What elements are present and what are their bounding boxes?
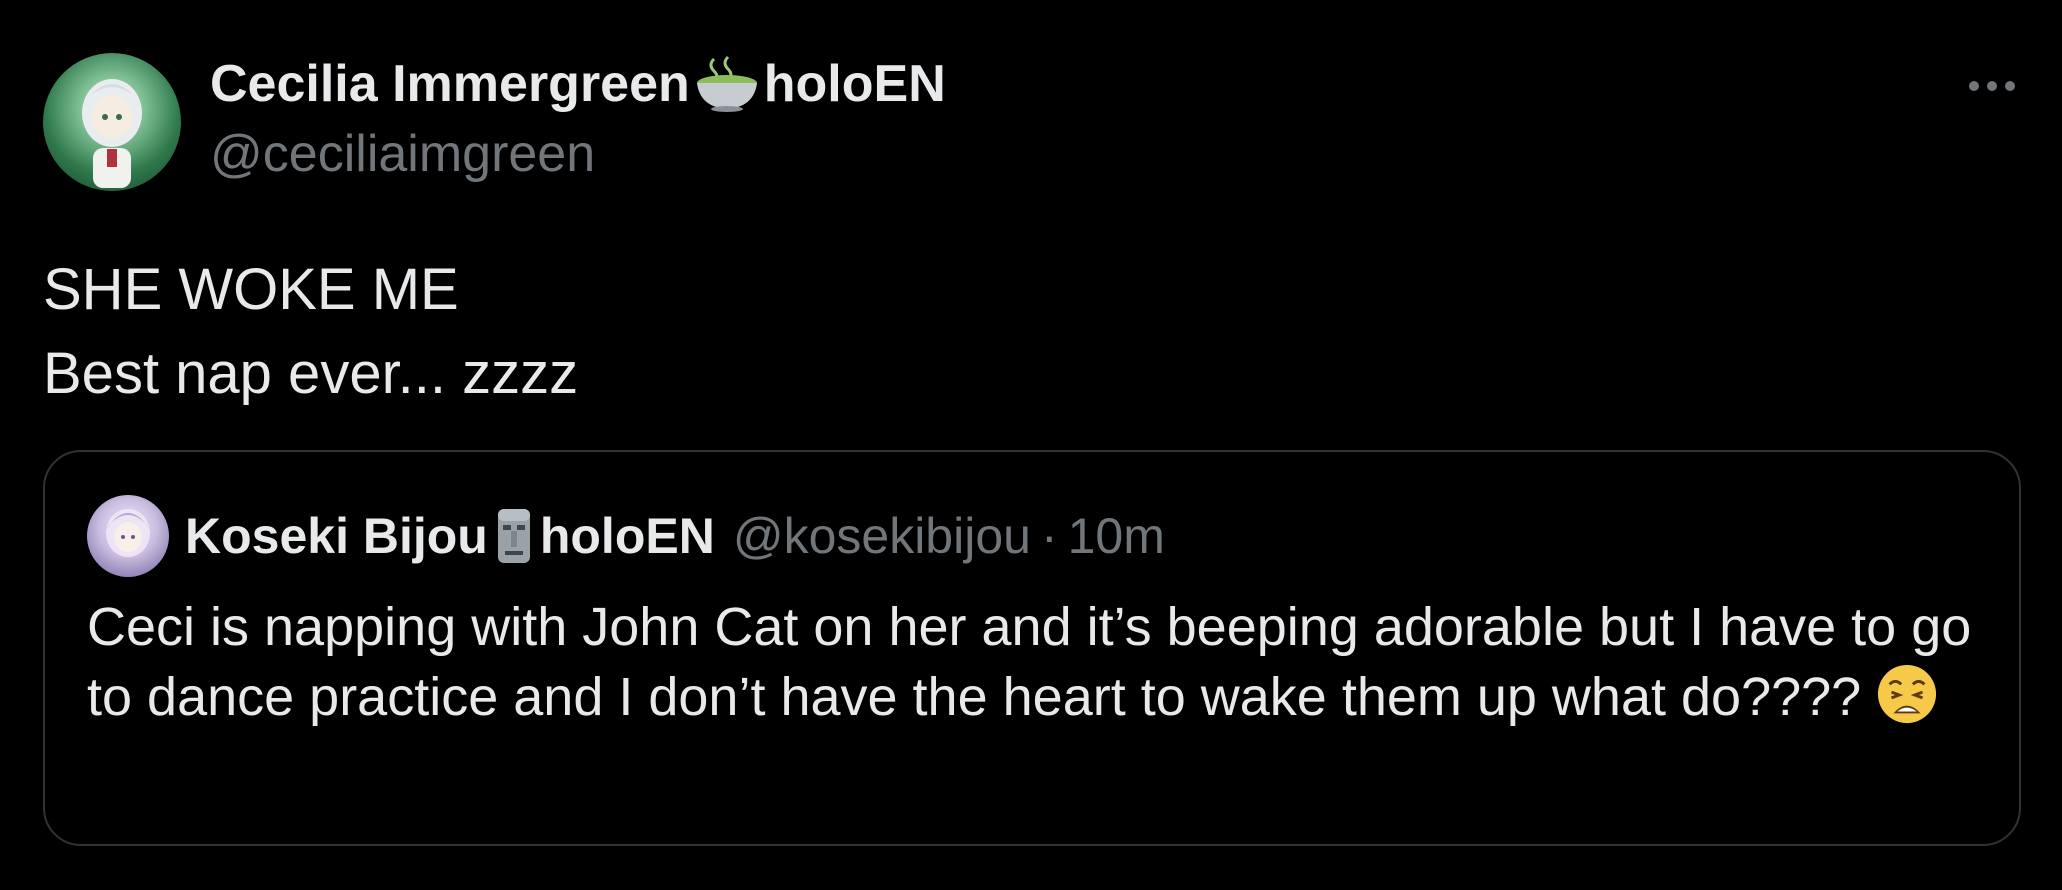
matcha-bowl-icon [694, 55, 760, 113]
author-display-name[interactable]: Cecilia Immergreen holoEN [210, 52, 946, 116]
moai-icon [494, 507, 534, 565]
quoted-tweet[interactable]: Koseki Bijou holoEN @kosekibijou · 10m C… [43, 450, 2021, 846]
author-org-text: holoEN [763, 55, 946, 113]
more-options-button[interactable] [1962, 66, 2022, 106]
quoted-tweet-timestamp[interactable]: 10m [1068, 507, 1165, 565]
quoted-author-org-text: holoEN [539, 508, 715, 564]
author-name-text: Cecilia Immergreen [210, 55, 690, 113]
tweet-text-line: SHE WOKE ME [43, 257, 459, 322]
quoted-tweet-header: Koseki Bijou holoEN @kosekibijou · 10m [87, 494, 1165, 578]
tweet-text: SHE WOKE ME Best nap ever... zzzz [43, 248, 578, 416]
author-header: Cecilia Immergreen holoEN @ceciliaimgree… [210, 52, 946, 183]
weary-face-icon [1876, 663, 1938, 725]
more-horizontal-icon [1969, 81, 2015, 91]
quoted-author-avatar[interactable] [87, 495, 169, 577]
author-handle[interactable]: @ceciliaimgreen [210, 122, 946, 186]
quoted-author-name-text: Koseki Bijou [185, 508, 488, 564]
quoted-author-display-name[interactable]: Koseki Bijou holoEN [185, 507, 715, 565]
quoted-tweet-text: Ceci is napping with John Cat on her and… [87, 592, 1987, 732]
separator-dot: · [1040, 508, 1058, 564]
quoted-author-handle[interactable]: @kosekibijou [733, 507, 1031, 565]
tweet: Cecilia Immergreen holoEN @ceciliaimgree… [0, 0, 2062, 890]
quoted-tweet-text-content: Ceci is napping with John Cat on her and… [87, 597, 1972, 727]
tweet-text-line: Best nap ever... zzzz [43, 341, 579, 406]
author-avatar[interactable] [43, 53, 181, 191]
